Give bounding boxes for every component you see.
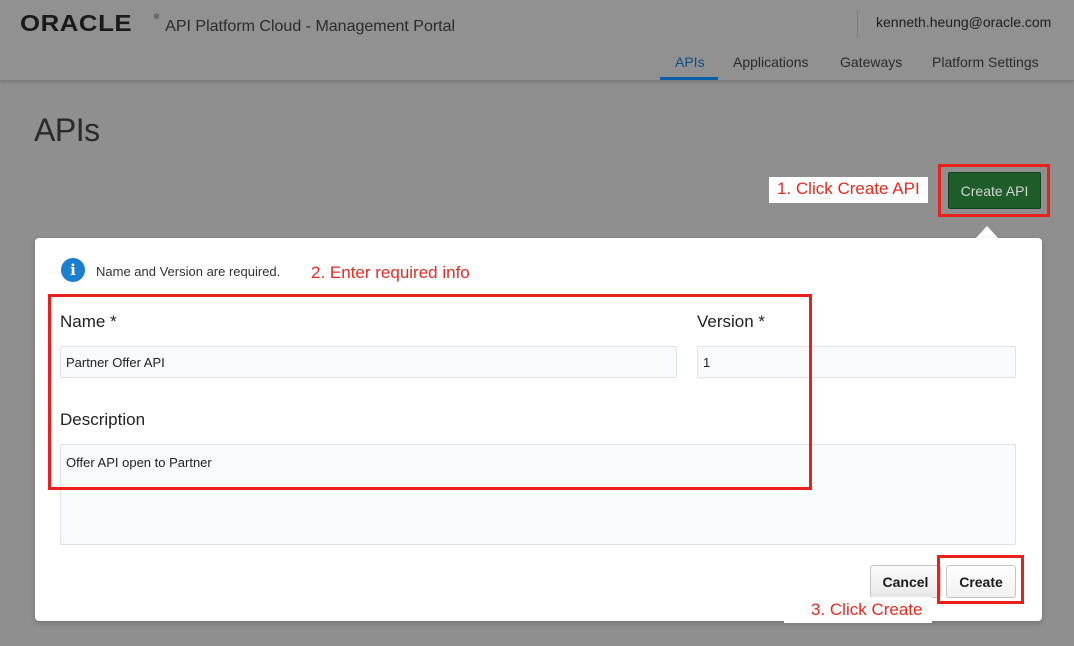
app-title: API Platform Cloud - Management Portal (165, 18, 456, 35)
tab-platform-settings[interactable]: Platform Settings (932, 54, 1039, 81)
registered-mark: ® (154, 14, 160, 21)
highlight-required-fields (48, 294, 812, 490)
header-divider (857, 10, 858, 38)
brand: ORACLE ® API Platform Cloud - Management… (20, 10, 455, 37)
info-message: Name and Version are required. (96, 264, 281, 279)
main-nav: APIs Applications Gateways Platform Sett… (0, 54, 1074, 81)
info-icon: i (61, 258, 85, 282)
step2-annotation: 2. Enter required info (311, 263, 470, 282)
step3-annotation: 3. Click Create (784, 597, 932, 623)
highlight-create-api (938, 164, 1050, 217)
active-tab-indicator (660, 77, 718, 80)
cancel-button[interactable]: Cancel (870, 565, 941, 598)
page-title: APIs (34, 112, 100, 148)
highlight-create (937, 555, 1024, 604)
tab-applications[interactable]: Applications (733, 54, 809, 81)
app-header: ORACLE ® API Platform Cloud - Management… (0, 0, 1074, 81)
step1-annotation: 1. Click Create API (769, 177, 928, 203)
user-menu[interactable]: kenneth.heung@oracle.com (876, 14, 1051, 30)
tab-gateways[interactable]: Gateways (840, 54, 902, 81)
